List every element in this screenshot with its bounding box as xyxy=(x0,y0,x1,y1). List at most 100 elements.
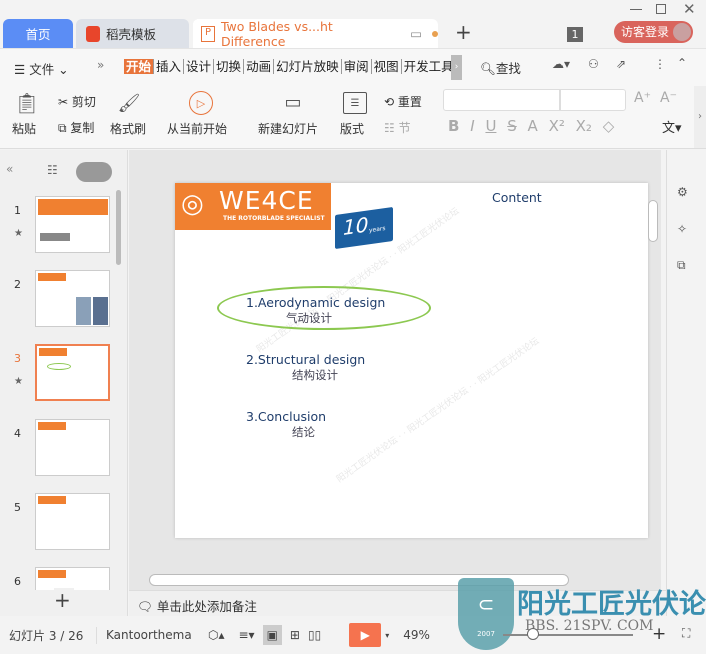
theme-name[interactable]: Kantoorthema xyxy=(106,628,202,642)
play-from-current-button[interactable]: 从当前开始 xyxy=(167,120,227,137)
zoom-in-button[interactable]: + xyxy=(652,624,666,644)
slide-thumbnail[interactable] xyxy=(35,567,110,590)
minimize-button[interactable] xyxy=(630,9,642,10)
window-count-badge[interactable]: 1 xyxy=(567,27,583,42)
format-painter-icon[interactable]: 🖌︎ xyxy=(117,90,141,116)
tab-templates[interactable]: 稻壳模板 xyxy=(76,19,189,48)
eraser-icon[interactable]: ◇ xyxy=(603,117,615,135)
maximize-button[interactable] xyxy=(656,4,666,14)
new-slide-button[interactable]: 新建幻灯片 xyxy=(258,120,318,137)
normal-view-icon[interactable]: ▣ xyxy=(262,625,282,645)
ribbon-tab-slideshow[interactable]: 幻灯片放映 xyxy=(274,59,342,74)
notes-toggle-icon[interactable]: ≡▾ xyxy=(239,628,255,642)
ribbon-tab-review[interactable]: 审阅 xyxy=(342,59,372,74)
slide-thumbnail[interactable] xyxy=(35,196,110,253)
superscript-icon[interactable]: X² xyxy=(549,117,565,135)
tab-label: 首页 xyxy=(25,27,51,42)
ribbon-tab-design[interactable]: 设计 xyxy=(184,59,215,74)
ribbon-tab-developer[interactable]: 开发工具 xyxy=(402,59,457,74)
thumbnail-view-toggle[interactable] xyxy=(76,162,112,182)
underline-icon[interactable]: U xyxy=(485,117,496,135)
subscript-icon[interactable]: X₂ xyxy=(576,117,592,135)
zoom-level[interactable]: 49% xyxy=(403,628,430,642)
search-icon: 🔍︎ xyxy=(480,61,496,76)
ribbon-tab-transition[interactable]: 切换 xyxy=(214,59,245,74)
slide-number: 2 xyxy=(14,278,21,291)
ribbon-tab-view[interactable]: 视图 xyxy=(372,59,402,74)
layout-button[interactable]: 版式 xyxy=(340,120,364,137)
share-user-icon[interactable]: ⚇ xyxy=(588,57,599,71)
agenda-item-en: 1.Aerodynamic design xyxy=(246,295,386,310)
ribbon-tab-home[interactable]: 开始 xyxy=(124,59,155,74)
slideshow-button[interactable]: ▶ xyxy=(349,623,382,647)
agenda-item: 3.Conclusion 结论 xyxy=(246,409,326,440)
italic-icon[interactable]: I xyxy=(470,117,474,135)
zoom-slider-thumb[interactable] xyxy=(527,628,539,640)
more-options-icon[interactable]: ⋮ xyxy=(654,57,666,71)
share-icon[interactable]: ⇗ xyxy=(616,57,626,71)
collapse-ribbon-icon[interactable]: ⌃ xyxy=(677,56,687,70)
reset-label: 重置 xyxy=(397,95,422,109)
ribbon-tab-animation[interactable]: 动画 xyxy=(244,59,275,74)
toolbar-scroll-right[interactable]: › xyxy=(694,86,706,148)
slide-counter: 幻灯片 3 / 26 xyxy=(9,626,97,644)
slide-thumbnail-active[interactable] xyxy=(35,344,110,401)
font-shrink-icon[interactable]: A⁻ xyxy=(660,90,677,106)
font-name-select[interactable] xyxy=(443,89,560,111)
agenda-item-en: 2.Structural design xyxy=(246,352,366,367)
vertical-scrollbar[interactable] xyxy=(648,200,658,242)
panel-scrollbar[interactable] xyxy=(116,190,121,265)
tab-pptx[interactable]: P Two Blades vs...ht Difference ▭ xyxy=(193,19,439,49)
reset-button[interactable]: ⟲ 重置 xyxy=(384,93,422,110)
file-menu[interactable]: ☰ 文件 ⌄ xyxy=(14,59,69,78)
ribbon-scroll-right[interactable]: › xyxy=(451,55,462,80)
reading-view-icon[interactable]: ▯▯ xyxy=(308,628,321,642)
slide-canvas[interactable]: 阳光工匠光伏论坛 · · 阳光工匠光伏论坛 · · 阳光工匠光伏论坛 阳光工匠光… xyxy=(175,183,648,538)
slideshow-dropdown-icon[interactable]: ▾ xyxy=(385,631,389,640)
cut-button[interactable]: ✂ 剪切 xyxy=(58,93,96,110)
paste-icon[interactable]: 📋︎ xyxy=(14,91,40,115)
beautify-icon[interactable]: ⬡▴ xyxy=(208,628,225,642)
fit-window-icon[interactable]: ⛶ xyxy=(682,626,690,641)
layout-icon[interactable]: ☰ xyxy=(343,92,367,114)
transition-icon[interactable]: ⧉ xyxy=(677,258,686,273)
tab-home[interactable]: 首页 xyxy=(3,19,73,48)
new-slide-icon[interactable]: ▭ xyxy=(280,90,306,114)
more-tabs-icon[interactable]: » xyxy=(97,58,104,72)
font-size-select[interactable] xyxy=(560,89,626,111)
format-painter-button[interactable]: 格式刷 xyxy=(110,120,146,137)
strikethrough-icon[interactable]: S xyxy=(507,117,517,135)
agenda-item-zh: 气动设计 xyxy=(286,311,332,325)
slide-sorter-icon[interactable]: ⊞ xyxy=(290,628,300,642)
cloud-icon[interactable]: ☁▾ xyxy=(552,57,570,71)
new-tab-button[interactable]: + xyxy=(455,20,472,44)
section-button[interactable]: ☷ 节 xyxy=(384,119,411,136)
slide-thumbnail[interactable] xyxy=(35,493,110,550)
copy-button[interactable]: ⧉ 复制 xyxy=(58,119,94,136)
paste-button[interactable]: 粘贴 xyxy=(12,120,36,137)
add-slide-button[interactable]: + xyxy=(54,588,74,612)
section-label: 节 xyxy=(398,121,411,135)
collapse-panel-icon[interactable]: « xyxy=(6,162,13,176)
ribbon-tabs: 开始 插入 设计 切换 动画 幻灯片放映 审阅 视图 开发工具 xyxy=(124,59,457,74)
agenda-item-zh: 结构设计 xyxy=(292,368,338,382)
slide-thumbnail[interactable] xyxy=(35,419,110,476)
animation-icon[interactable]: ✧ xyxy=(677,222,687,236)
slide-thumbnail[interactable] xyxy=(35,270,110,327)
login-button[interactable]: 访客登录 xyxy=(614,21,693,43)
ten-years-flag: 10 years xyxy=(335,206,393,250)
zoom-slider[interactable] xyxy=(503,634,633,636)
we4ce-logo: ◎ WE4CE THE ROTORBLADE SPECIALIST xyxy=(175,183,331,230)
search-button[interactable]: 🔍︎查找 xyxy=(480,58,521,77)
slide-title: Content xyxy=(492,190,542,205)
ribbon-tab-insert[interactable]: 插入 xyxy=(154,59,185,74)
font-grow-icon[interactable]: A⁺ xyxy=(634,90,651,106)
outline-view-icon[interactable]: ☷ xyxy=(47,163,58,177)
font-color-icon[interactable]: A xyxy=(528,117,538,135)
play-icon[interactable]: ▷ xyxy=(189,91,213,115)
animation-star-icon: ★ xyxy=(14,376,23,387)
close-button[interactable]: ✕ xyxy=(683,0,696,18)
properties-icon[interactable]: ⚙ xyxy=(677,185,688,199)
bold-icon[interactable]: B xyxy=(448,117,459,135)
phonetic-icon[interactable]: 文▾ xyxy=(662,117,682,136)
